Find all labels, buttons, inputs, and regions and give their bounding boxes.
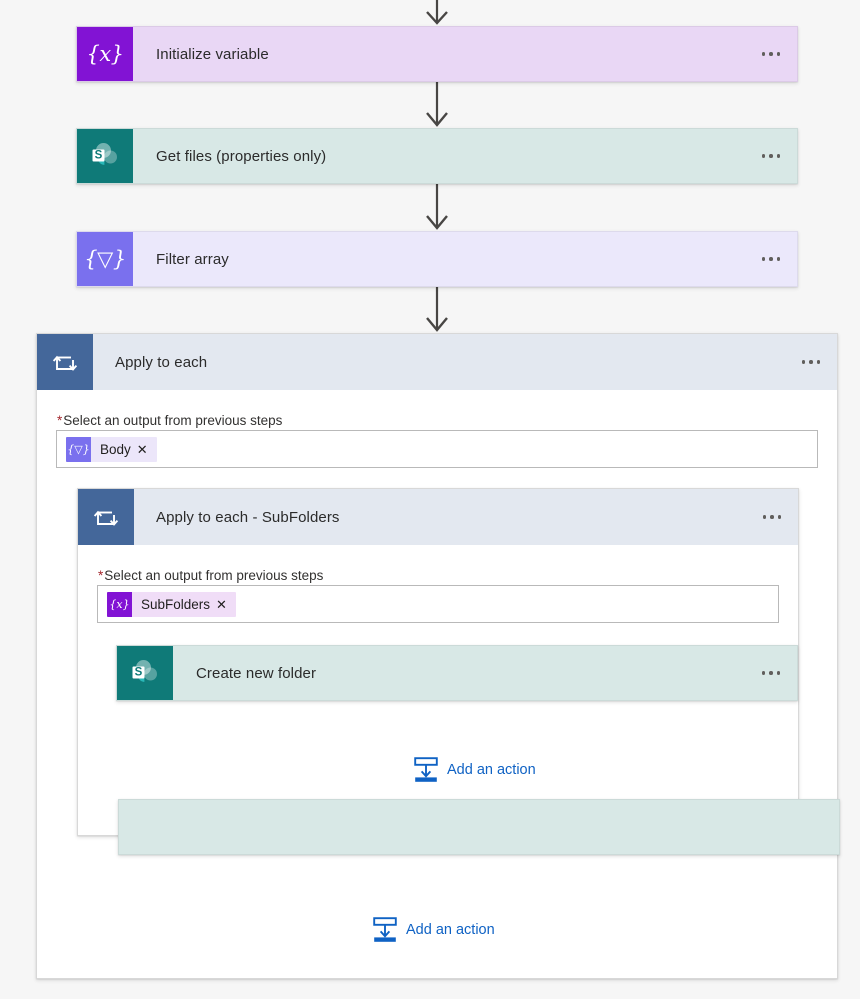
variable-braces-x-icon: {x}	[77, 27, 133, 81]
menu-dot	[816, 360, 821, 364]
add-action-icon	[373, 917, 397, 942]
filter-icon-glyph: {▽}	[84, 246, 126, 271]
scope-header-apply-to-each-subfolders[interactable]: Apply to each - SubFolders	[78, 489, 798, 545]
loop-repeat-icon	[78, 489, 134, 545]
loop-repeat-glyph	[93, 510, 119, 526]
add-action-label: Add an action	[406, 922, 495, 938]
sharepoint-logo: S	[92, 143, 117, 165]
sharepoint-icon: S	[77, 129, 133, 183]
field-label-text: Select an output from previous steps	[63, 413, 283, 428]
action-card-initialize-variable[interactable]: {x} Initialize variable	[76, 26, 798, 82]
field-label-subfolders-output: *Select an output from previous steps	[98, 568, 323, 583]
menu-dot	[761, 52, 766, 56]
menu-dot	[761, 671, 766, 675]
menu-dot	[762, 515, 767, 519]
token-remove-icon[interactable]: ✕	[137, 443, 157, 456]
scope-apply-to-each: Apply to each *Select an output from pre…	[36, 333, 840, 979]
scope-title-apply-to-each-subfolders: Apply to each - SubFolders	[156, 508, 340, 526]
menu-dot	[761, 154, 766, 158]
output-select-input-subfolders[interactable]: {x} SubFolders ✕	[97, 585, 779, 623]
action-title-create-new-folder: Create new folder	[196, 664, 317, 682]
action-menu-initialize-variable[interactable]	[745, 27, 797, 81]
action-menu-get-files-properties-only[interactable]	[745, 129, 797, 183]
svg-text:S: S	[135, 667, 143, 679]
required-asterisk: *	[57, 413, 63, 428]
token-subfolders[interactable]: {x} SubFolders ✕	[107, 591, 236, 617]
action-title-get-files-properties-only: Get files (properties only)	[156, 147, 327, 165]
token-label: SubFolders	[141, 596, 211, 612]
action-menu-filter-array[interactable]	[745, 232, 797, 286]
scope-menu-apply-to-each-subfolders[interactable]	[746, 489, 798, 545]
menu-dot	[776, 671, 781, 675]
scope-header-apply-to-each[interactable]: Apply to each	[37, 334, 837, 390]
loop-repeat-glyph	[52, 355, 78, 371]
variable-icon-glyph: {x}	[86, 41, 124, 66]
menu-dot	[761, 257, 766, 261]
add-action-label: Add an action	[447, 762, 536, 778]
menu-dot	[801, 360, 806, 364]
svg-text:S: S	[95, 150, 103, 162]
filter-braces-icon: {▽}	[77, 232, 133, 286]
add-action-button-apply-to-each[interactable]: Add an action	[373, 917, 495, 943]
menu-dot	[769, 257, 773, 261]
token-body[interactable]: {▽} Body ✕	[66, 436, 157, 462]
action-title-initialize-variable: Initialize variable	[156, 45, 269, 63]
menu-dot	[776, 257, 781, 261]
loop-repeat-icon	[37, 334, 93, 390]
token-remove-icon[interactable]: ✕	[216, 598, 236, 611]
output-select-input-apply-to-each[interactable]: {▽} Body ✕	[56, 430, 818, 468]
add-action-icon	[414, 757, 438, 782]
action-card-create-new-folder[interactable]	[118, 799, 840, 855]
menu-dot	[769, 671, 773, 675]
scope-title-apply-to-each: Apply to each	[115, 353, 208, 371]
menu-dot	[776, 52, 781, 56]
menu-dot	[769, 52, 773, 56]
action-card-get-files-properties-only[interactable]: S Get files (properties only)	[76, 128, 798, 184]
action-menu-create-new-folder[interactable]	[745, 646, 797, 700]
menu-dot	[776, 154, 781, 158]
action-card-create-new-folder[interactable]: S Create new folder	[116, 645, 798, 701]
sharepoint-logo: S	[132, 660, 157, 682]
required-asterisk: *	[98, 568, 104, 583]
scope-apply-to-each-subfolders: Apply to each - SubFolders *Select an ou…	[77, 488, 840, 855]
menu-dot	[777, 515, 782, 519]
filter-braces-icon: {▽}	[66, 436, 91, 462]
menu-dot	[770, 515, 774, 519]
token-label: Body	[100, 441, 131, 457]
action-title-filter-array: Filter array	[156, 250, 229, 268]
variable-braces-x-icon: {x}	[107, 591, 132, 617]
field-label-apply-to-each-output: *Select an output from previous steps	[57, 413, 282, 428]
sharepoint-icon: S	[117, 646, 173, 700]
menu-dot	[769, 154, 773, 158]
add-action-button-subfolders[interactable]: Add an action	[414, 757, 536, 783]
menu-dot	[809, 360, 813, 364]
flow-designer-canvas: {x} Initialize variable S Get files (pro…	[0, 0, 860, 999]
scope-menu-apply-to-each[interactable]	[785, 334, 837, 390]
action-card-filter-array[interactable]: {▽} Filter array	[76, 231, 798, 287]
field-label-text: Select an output from previous steps	[104, 568, 324, 583]
